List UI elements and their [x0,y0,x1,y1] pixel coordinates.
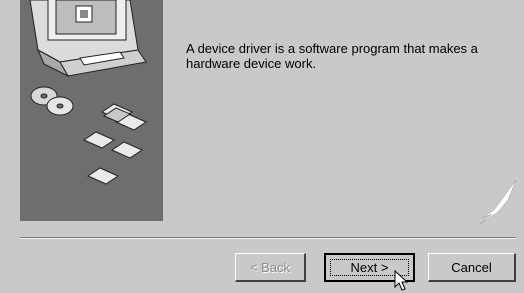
floppy-disk-icon [82,103,148,185]
cd-disc-icon [30,86,74,116]
wizard-illustration-panel [20,0,163,221]
sparkle-icon [479,180,517,225]
back-button-label: < Back [249,259,291,275]
setup-wizard-dialog: A device driver is a software program th… [0,0,524,293]
back-button[interactable]: < Back [235,253,306,282]
cancel-button[interactable]: Cancel [428,253,516,282]
wizard-illustration [29,0,148,185]
wizard-divider [20,237,516,239]
cancel-button-label: Cancel [451,259,492,275]
mouse-pointer-icon [394,270,409,291]
wizard-message: A device driver is a software program th… [186,41,478,71]
computer-icon [29,0,147,78]
